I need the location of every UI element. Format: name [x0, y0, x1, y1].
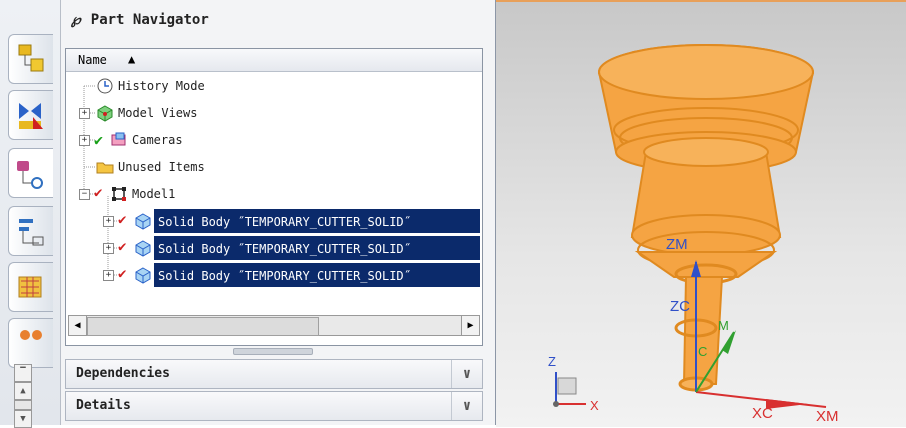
section-label: Details	[76, 398, 131, 413]
part-navigator-icon	[17, 161, 43, 189]
scroll-down-button[interactable]: ▼	[14, 410, 32, 428]
x-triad-label: X	[590, 398, 599, 413]
tree-item-label: Solid Body ˝TEMPORARY_CUTTER_SOLID˝	[158, 269, 411, 283]
expand-icon[interactable]: +	[103, 270, 114, 281]
checkmark-icon: ✔	[94, 131, 104, 149]
tree-item-label: Model1	[132, 187, 176, 201]
tree-item-label: History Mode	[118, 79, 205, 93]
selection-highlight: Solid Body ˝TEMPORARY_CUTTER_SOLID˝	[154, 236, 480, 260]
resource-bar: ▔ ▲ ▼	[0, 0, 61, 428]
tree-item-cameras[interactable]: + ✔ Cameras	[66, 127, 482, 154]
navigator-title: Part Navigator	[90, 12, 209, 28]
column-header-name[interactable]: Name ▲	[66, 49, 482, 72]
solid-body-icon	[135, 240, 151, 257]
tree-item-label: Cameras	[132, 133, 183, 147]
graphics-viewport[interactable]: ZM ZC M C XC XM Z X	[496, 0, 906, 427]
xc-axis-label: XC	[752, 405, 773, 422]
horizontal-scrollbar[interactable]: ◀ ▶	[68, 315, 480, 336]
navigator-tree: Name ▲ History Mode + Model Views + ✔ Ca…	[65, 48, 483, 346]
chevron-down-icon[interactable]: ∨	[451, 360, 482, 388]
tree-item-model-views[interactable]: + Model Views	[66, 100, 482, 127]
tree-item-label: Solid Body ˝TEMPORARY_CUTTER_SOLID˝	[158, 215, 411, 229]
tree-item-history-mode[interactable]: History Mode	[66, 73, 482, 100]
reuse-library-tab[interactable]	[8, 206, 53, 256]
section-label: Dependencies	[76, 366, 170, 381]
resource-bar-scrollbar[interactable]	[14, 400, 32, 410]
expand-icon[interactable]: +	[103, 243, 114, 254]
column-header-label: Name	[78, 53, 107, 67]
scroll-thumb[interactable]	[87, 317, 319, 336]
tree-item-solid-body[interactable]: + ✔ Solid Body ˝TEMPORARY_CUTTER_SOLID˝	[66, 235, 482, 262]
selection-highlight: Solid Body ˝TEMPORARY_CUTTER_SOLID˝	[154, 263, 480, 287]
scroll-up-button[interactable]: ▲	[14, 382, 32, 400]
roles-icon	[20, 330, 42, 340]
zc-axis-label: ZC	[670, 298, 690, 315]
constraint-navigator-tab[interactable]	[8, 90, 53, 140]
tree-item-model1[interactable]: − ✔ Model1	[66, 181, 482, 208]
scroll-right-button[interactable]: ▶	[461, 316, 479, 335]
tree-item-label: Solid Body ˝TEMPORARY_CUTTER_SOLID˝	[158, 242, 411, 256]
scroll-top-button[interactable]: ▔	[14, 364, 32, 382]
tree-item-label: Model Views	[118, 106, 198, 120]
assembly-navigator-tab[interactable]	[8, 34, 53, 84]
assembly-navigator-icon	[18, 44, 44, 72]
folder-icon	[96, 162, 114, 174]
roles-tab[interactable]	[8, 318, 53, 368]
chevron-down-icon[interactable]: ∨	[451, 392, 482, 420]
expand-icon[interactable]: +	[103, 216, 114, 227]
expand-icon[interactable]: +	[79, 108, 90, 119]
checkmark-icon: ✔	[118, 266, 127, 282]
tree-item-unused-items[interactable]: Unused Items	[66, 154, 482, 181]
solid-body-icon	[135, 213, 151, 230]
history-icon	[18, 276, 42, 298]
checkmark-icon: ✔	[94, 185, 103, 201]
yc-axis-label: C	[698, 344, 708, 359]
reuse-library-icon	[19, 219, 44, 246]
tree-item-solid-body[interactable]: + ✔ Solid Body ˝TEMPORARY_CUTTER_SOLID˝	[66, 262, 482, 289]
navigator-header: ℘ Part Navigator	[71, 12, 209, 28]
tree-item-label: Unused Items	[118, 160, 205, 174]
part-navigator-tab[interactable]	[8, 148, 53, 198]
z-triad-label: Z	[548, 354, 556, 369]
cutter-model-graphic	[553, 44, 827, 409]
camera-icon	[111, 132, 126, 146]
clock-icon	[97, 78, 113, 94]
history-tab[interactable]	[8, 262, 53, 312]
scroll-left-button[interactable]: ◀	[69, 316, 87, 335]
checkmark-icon: ✔	[118, 212, 127, 228]
solid-body-icon	[135, 267, 151, 284]
collapse-icon[interactable]: −	[79, 189, 90, 200]
selection-highlight: Solid Body ˝TEMPORARY_CUTTER_SOLID˝	[154, 209, 480, 233]
ym-axis-label: M	[718, 318, 729, 333]
xm-axis-label: XM	[816, 408, 839, 425]
model-views-icon	[97, 105, 113, 122]
constraint-navigator-icon	[19, 103, 43, 129]
section-dependencies[interactable]: Dependencies ∨	[65, 359, 483, 389]
zm-axis-label: ZM	[666, 236, 688, 253]
section-details[interactable]: Details ∨	[65, 391, 483, 421]
expand-icon[interactable]: +	[79, 135, 90, 146]
sort-ascending-icon: ▲	[128, 52, 136, 66]
model-icon	[112, 187, 126, 201]
tree-item-solid-body[interactable]: + ✔ Solid Body ˝TEMPORARY_CUTTER_SOLID˝	[66, 208, 482, 235]
checkmark-icon: ✔	[118, 239, 127, 255]
pin-icon[interactable]: ℘	[71, 12, 81, 28]
part-navigator-panel: ℘ Part Navigator Name ▲ History Mode + Mo…	[61, 0, 497, 425]
splitter-grip[interactable]	[233, 348, 313, 355]
